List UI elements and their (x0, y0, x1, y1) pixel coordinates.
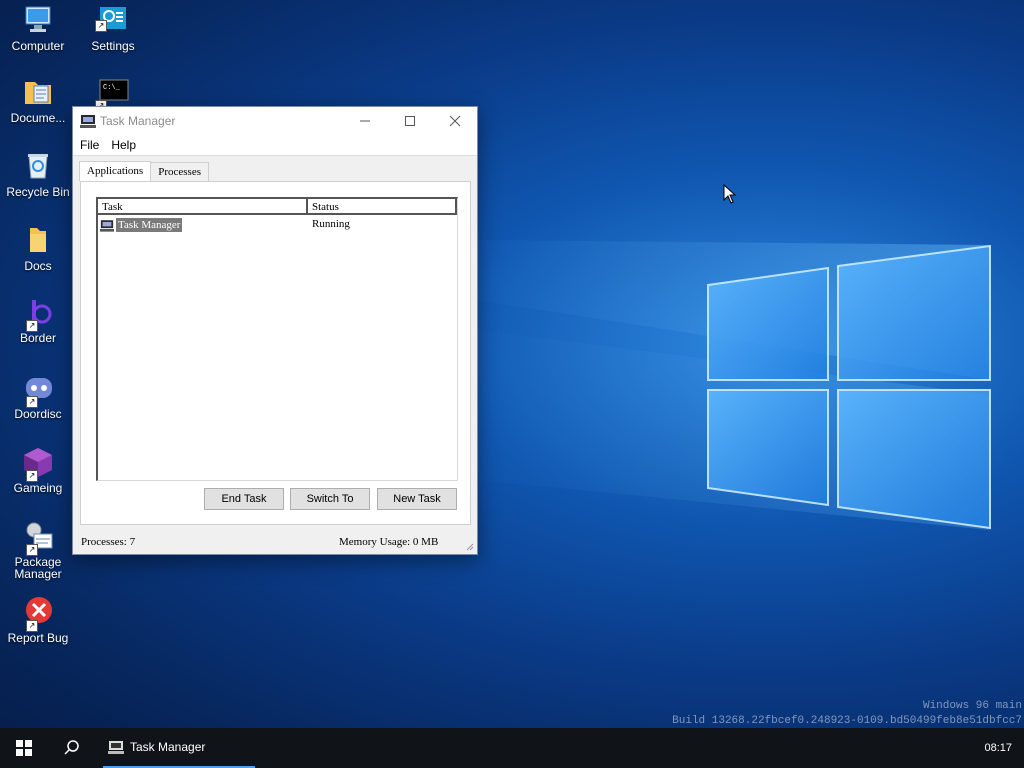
recycle-bin-icon (22, 150, 54, 182)
memory-usage: Memory Usage: 0 MB (339, 536, 439, 548)
tab-strip: Applications Processes (79, 161, 209, 182)
search-button[interactable] (48, 728, 96, 768)
build-watermark: Windows 96 main Build 13268.22fbcef0.248… (672, 699, 1022, 729)
taskbar-item-label: Task Manager (130, 740, 206, 754)
desktop-icon-border[interactable]: ↗ Border (0, 296, 76, 344)
desktop-icon-recycle-bin[interactable]: Recycle Bin (0, 150, 76, 198)
row-task-name: Task Manager (116, 218, 183, 232)
minimize-icon (360, 120, 370, 121)
start-button[interactable] (0, 728, 48, 768)
windows-logo-icon (16, 740, 32, 756)
settings-icon: ↗ (95, 4, 129, 36)
desktop-icon-label: Report Bug (7, 631, 69, 645)
task-manager-icon (80, 114, 96, 128)
report-bug-icon: ↗ (22, 596, 54, 632)
tab-processes[interactable]: Processes (150, 162, 209, 182)
shortcut-arrow-icon: ↗ (26, 320, 38, 332)
svg-text:C:\_: C:\_ (103, 84, 121, 92)
table-row[interactable]: Task Manager (100, 217, 183, 233)
documents-folder-icon (22, 76, 54, 108)
minimize-button[interactable] (343, 107, 387, 134)
task-manager-icon (108, 741, 124, 754)
shortcut-arrow-icon: ↗ (26, 470, 38, 482)
task-list[interactable]: Task Status Task Manager Running (96, 197, 458, 481)
shortcut-arrow-icon: ↗ (95, 20, 107, 32)
applications-panel: Task Status Task Manager Running End Tas… (80, 181, 471, 525)
desktop-icon-report-bug[interactable]: ↗ Report Bug (0, 596, 76, 644)
desktop-icon-label: Gameing (13, 481, 63, 495)
watermark-line-2: Build 13268.22fbcef0.248923-0109.bd50499… (672, 715, 1022, 727)
shortcut-arrow-icon: ↗ (26, 544, 38, 556)
desktop-icon-gameing[interactable]: ↗ Gameing (0, 446, 76, 494)
desktop-icon-package-manager[interactable]: ↗ Package Manager (0, 520, 76, 580)
gameing-cube-icon: ↗ (22, 446, 54, 482)
switch-to-button[interactable]: Switch To (290, 488, 370, 510)
process-count: Processes: 7 (81, 536, 136, 548)
task-manager-window[interactable]: Task Manager File Help Applications Proc… (72, 106, 478, 555)
end-task-button[interactable]: End Task (204, 488, 284, 510)
watermark-line-1: Windows 96 main (922, 700, 1022, 712)
desktop-icon-settings[interactable]: ↗ Settings (75, 4, 151, 52)
border-app-icon: ↗ (22, 296, 54, 332)
desktop-icon-label: Recycle Bin (6, 185, 70, 199)
taskbar-item-task-manager[interactable]: Task Manager (103, 728, 255, 768)
taskbar: Task Manager 08:17 (0, 728, 1024, 768)
row-task-status: Running (312, 218, 350, 230)
column-header-status[interactable]: Status (308, 199, 457, 215)
title-bar[interactable]: Task Manager (73, 107, 477, 134)
task-manager-icon (100, 219, 114, 232)
desktop-icon-label: Settings (91, 39, 135, 53)
doordisc-icon: ↗ (22, 372, 54, 408)
desktop-icon-label: Docume... (10, 111, 66, 125)
desktop-icon-label: Package Manager (14, 555, 62, 581)
resize-grip-icon[interactable] (464, 541, 474, 551)
docs-folder-icon (22, 224, 54, 256)
window-title: Task Manager (100, 113, 176, 128)
system-clock[interactable]: 08:17 (984, 742, 1012, 754)
desktop-icon-documents[interactable]: Docume... (0, 76, 76, 124)
menu-help[interactable]: Help (111, 138, 136, 152)
status-bar: Processes: 7 Memory Usage: 0 MB (73, 530, 477, 554)
computer-icon (22, 4, 54, 36)
shortcut-arrow-icon: ↗ (26, 396, 38, 408)
tab-applications[interactable]: Applications (79, 161, 152, 181)
maximize-icon (405, 115, 415, 126)
desktop-icon-docs[interactable]: Docs (0, 224, 76, 272)
new-task-button[interactable]: New Task (377, 488, 457, 510)
desktop-icon-label: Computer (11, 39, 65, 53)
menu-file[interactable]: File (80, 138, 99, 152)
shortcut-arrow-icon: ↗ (26, 620, 38, 632)
close-icon (449, 115, 461, 126)
column-header-task[interactable]: Task (98, 199, 308, 215)
desktop-icon-computer[interactable]: Computer (0, 4, 76, 52)
menu-bar: File Help (73, 134, 477, 156)
package-manager-icon: ↗ (22, 520, 54, 556)
desktop-icon-doordisc[interactable]: ↗ Doordisc (0, 372, 76, 420)
maximize-button[interactable] (388, 107, 432, 134)
desktop-icon-label: Docs (24, 259, 52, 273)
close-button[interactable] (433, 107, 477, 134)
desktop-icon-label: Border (19, 331, 57, 345)
search-icon (64, 740, 79, 755)
mouse-cursor-icon (723, 184, 737, 204)
desktop-icon-label: Doordisc (14, 407, 62, 421)
